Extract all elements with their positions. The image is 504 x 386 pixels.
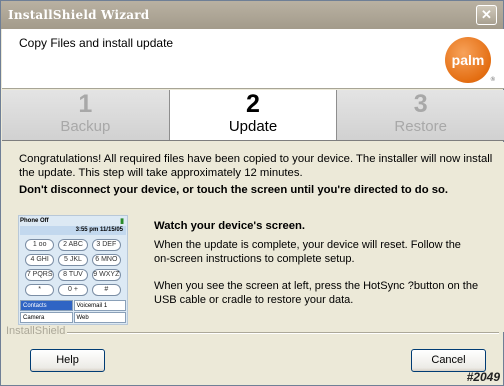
- keypad-key: 0 +: [58, 284, 88, 296]
- logo-text: palm: [451, 52, 485, 68]
- close-icon: ✕: [481, 7, 492, 22]
- registered-mark: ®: [490, 77, 495, 83]
- device-screen-image: Phone Off ▮ 3:55 pm 11/15/05 1 oo 2 ABC …: [18, 215, 128, 325]
- instruction-paragraph-2: When you see the screen at left, press t…: [154, 280, 479, 306]
- app-voicemail: Voicemail 1: [73, 300, 126, 311]
- step-indicator: 1 Backup 2 Update 3 Restore: [2, 90, 504, 141]
- installshield-brand: InstallShield: [6, 325, 66, 337]
- watch-title: Watch your device's screen.: [154, 220, 306, 232]
- step-label: Backup: [60, 118, 111, 135]
- device-status: Phone Off: [20, 218, 49, 224]
- installer-window: InstallShield Wizard ✕ Copy Files and in…: [0, 0, 504, 386]
- keypad-key: 1 oo: [25, 239, 55, 251]
- keypad-key: 5 JKL: [58, 254, 88, 266]
- keypad-key: 7 PQRS: [25, 269, 55, 281]
- app-camera: Camera: [20, 312, 73, 323]
- window-title: InstallShield Wizard: [8, 8, 150, 22]
- battery-icon: ▮: [120, 218, 124, 225]
- device-status-bar: Phone Off ▮: [19, 216, 127, 226]
- wizard-content: Congratulations! All required files have…: [2, 142, 504, 332]
- device-keypad: 1 oo 2 ABC 3 DEF 4 GHI 5 JKL 6 MNO 7 PQR…: [19, 235, 127, 299]
- keypad-key: 6 MNO: [91, 254, 121, 266]
- keypad-key: #: [91, 284, 121, 296]
- success-message: Congratulations! All required files have…: [19, 153, 493, 179]
- close-button[interactable]: ✕: [476, 5, 497, 25]
- help-button[interactable]: Help: [30, 349, 105, 372]
- instruction-paragraph-1: When the update is complete, your device…: [154, 239, 461, 265]
- app-contacts: Contacts: [20, 300, 73, 311]
- keypad-key: *: [25, 284, 55, 296]
- title-bar[interactable]: InstallShield Wizard ✕: [1, 1, 503, 29]
- keypad-key: 9 WXYZ: [91, 269, 121, 281]
- footer-divider: [67, 332, 499, 334]
- keypad-key: 4 GHI: [25, 254, 55, 266]
- warning-message: Don't disconnect your device, or touch t…: [19, 184, 449, 196]
- keypad-key: 2 ABC: [58, 239, 88, 251]
- app-web: Web: [73, 312, 126, 323]
- cancel-button[interactable]: Cancel: [411, 349, 486, 372]
- step-label: Update: [228, 118, 278, 135]
- device-datetime: 3:55 pm 11/15/05: [20, 226, 126, 235]
- step-restore: 3 Restore: [337, 90, 504, 140]
- page-title: Copy Files and install update: [19, 36, 174, 50]
- wizard-header: Copy Files and install update palm ®: [2, 29, 504, 89]
- device-apps: Contacts Voicemail 1 Camera Web: [20, 300, 126, 323]
- step-label: Restore: [394, 118, 447, 135]
- keypad-key: 8 TUV: [58, 269, 88, 281]
- watermark-label: #2049: [466, 370, 500, 384]
- keypad-key: 3 DEF: [91, 239, 121, 251]
- palm-logo: palm ®: [445, 37, 495, 83]
- step-update: 2 Update: [169, 90, 338, 140]
- step-backup: 1 Backup: [2, 90, 170, 140]
- step-number: 1: [78, 90, 93, 118]
- step-number: 3: [413, 90, 428, 118]
- step-number: 2: [246, 90, 260, 118]
